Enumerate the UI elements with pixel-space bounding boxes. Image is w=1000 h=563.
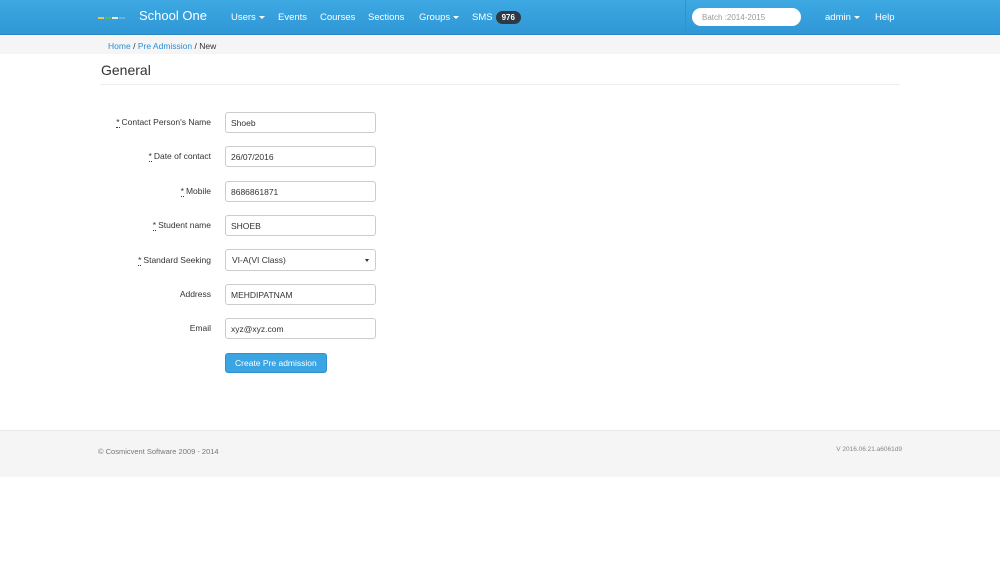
nav-events[interactable]: Events	[278, 12, 307, 23]
logo-segment-4	[119, 17, 125, 19]
admin-label: admin	[825, 12, 851, 23]
nav-sms-label: SMS	[472, 12, 493, 24]
required-marker: *	[152, 220, 157, 231]
required-marker: *	[138, 255, 142, 266]
mobile-input[interactable]	[225, 181, 376, 202]
student-name-label: * Student name	[152, 220, 211, 231]
student-name-label-text: Student name	[158, 220, 211, 230]
standard-seeking-value: VI-A(VI Class)	[232, 254, 286, 265]
breadcrumb-separator: /	[133, 41, 136, 51]
page-title: General	[101, 62, 151, 78]
nav-sms[interactable]: SMS 976	[472, 11, 521, 24]
nav-users[interactable]: Users	[231, 12, 265, 23]
contact-name-input[interactable]	[225, 112, 376, 133]
sms-count-badge: 976	[495, 11, 521, 24]
nav-admin-menu[interactable]: admin	[825, 12, 860, 23]
version-text: V 2016.06.21.a6061d9	[836, 446, 902, 453]
email-input[interactable]	[225, 318, 376, 339]
standard-seeking-label: * Standard Seeking	[138, 255, 211, 266]
nav-courses[interactable]: Courses	[320, 12, 355, 23]
mobile-label: * Mobile	[180, 186, 211, 197]
brand-name[interactable]: School One	[139, 8, 207, 23]
email-label-text: Email	[189, 323, 211, 333]
create-pre-admission-button[interactable]: Create Pre admission	[225, 353, 327, 373]
logo-segment-2	[105, 17, 111, 19]
top-navbar: School One Users Events Courses Sections…	[0, 0, 1000, 35]
required-marker: *	[180, 186, 184, 197]
required-marker: *	[116, 117, 120, 128]
navbar-divider	[685, 0, 686, 35]
date-of-contact-input[interactable]	[225, 146, 376, 167]
student-name-input[interactable]	[225, 215, 376, 236]
standard-seeking-label-text: Standard Seeking	[143, 255, 211, 265]
batch-search-input[interactable]	[692, 8, 801, 26]
breadcrumb-separator: /	[194, 41, 197, 51]
date-of-contact-label: * Date of contact	[148, 151, 211, 162]
address-label-text: Address	[179, 289, 211, 299]
title-divider	[100, 84, 900, 85]
standard-seeking-select[interactable]: VI-A(VI Class)	[225, 249, 376, 271]
breadcrumb-current: New	[199, 41, 217, 51]
dropdown-arrow-icon	[365, 258, 369, 262]
chevron-down-icon	[453, 15, 460, 19]
breadcrumb-pre-admission-link[interactable]: Pre Admission	[138, 41, 192, 51]
required-marker: *	[148, 151, 152, 162]
page-footer: © Cosmicvent Software 2009 - 2014 V 2016…	[0, 430, 1000, 477]
logo-segment-3	[112, 17, 118, 19]
chevron-down-icon	[853, 15, 860, 19]
contact-name-label: * Contact Person's Name	[116, 117, 212, 128]
contact-name-label-text: Contact Person's Name	[121, 117, 212, 127]
nav-groups[interactable]: Groups	[419, 12, 460, 23]
brand-logo[interactable]	[98, 6, 126, 19]
nav-groups-label: Groups	[419, 12, 451, 23]
chevron-down-icon	[258, 15, 265, 19]
copyright-text: © Cosmicvent Software 2009 - 2014	[98, 447, 219, 456]
nav-sections-label: Sections	[368, 12, 405, 23]
mobile-label-text: Mobile	[185, 186, 211, 196]
breadcrumb-home-link[interactable]: Home	[108, 41, 131, 51]
nav-courses-label: Courses	[320, 12, 356, 23]
address-input[interactable]	[225, 284, 376, 305]
date-of-contact-label-text: Date of contact	[153, 151, 211, 161]
nav-events-label: Events	[278, 12, 308, 23]
logo-segment-1	[98, 17, 104, 19]
breadcrumb-bar: Home / Pre Admission / New	[0, 36, 1000, 54]
email-label: Email	[190, 323, 211, 333]
breadcrumb: Home / Pre Admission / New	[108, 41, 216, 51]
nav-users-label: Users	[231, 12, 256, 23]
help-label: Help	[875, 12, 895, 23]
address-label: Address	[180, 289, 211, 299]
nav-sections[interactable]: Sections	[368, 12, 404, 23]
nav-help[interactable]: Help	[875, 12, 895, 23]
